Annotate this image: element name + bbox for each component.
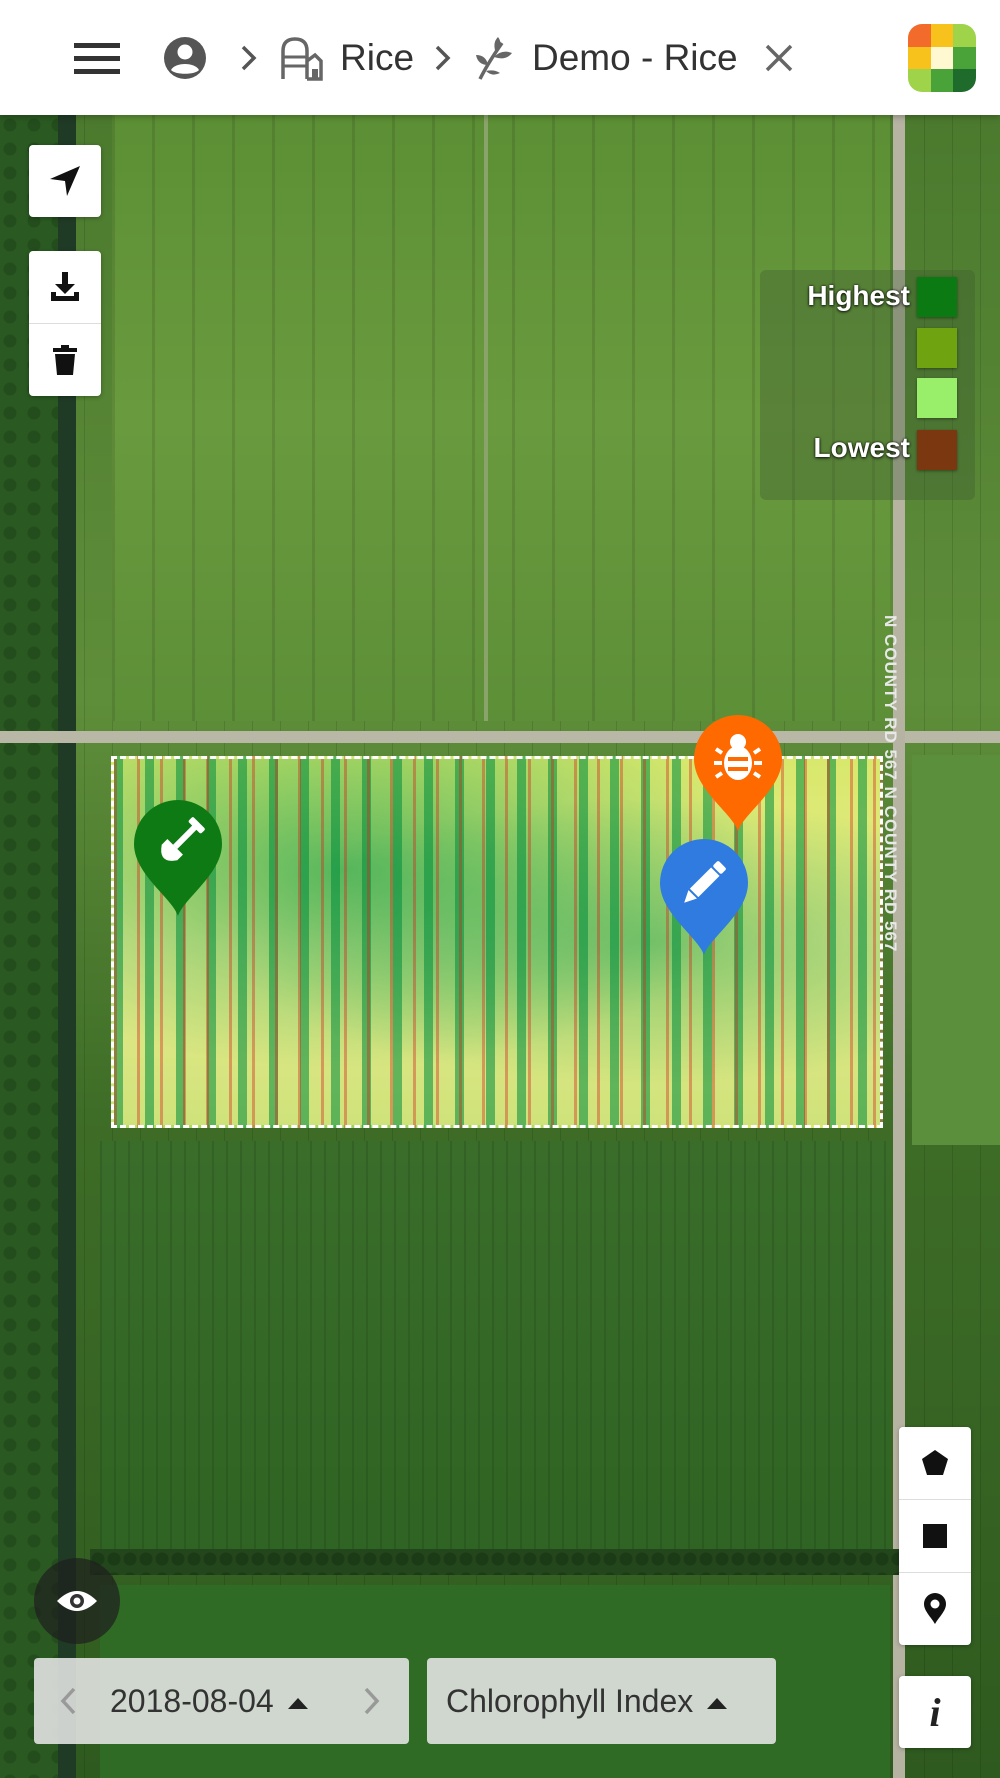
index-selector[interactable]: Chlorophyll Index: [427, 1658, 776, 1744]
legend-swatch-highest: [917, 277, 957, 317]
drawing-tools-group: [899, 1427, 971, 1645]
map-view[interactable]: N COUNTY RD 567 N COUNTY RD 567 Highest …: [0, 115, 1000, 1778]
date-dropdown[interactable]: 2018-08-04: [110, 1658, 308, 1744]
index-legend: Highest Lowest: [760, 270, 975, 500]
breadcrumb-farm[interactable]: Rice: [340, 30, 414, 86]
account-button[interactable]: [160, 28, 210, 88]
download-button[interactable]: [29, 251, 101, 324]
breadcrumb-field[interactable]: Demo - Rice: [532, 30, 738, 86]
field-breadcrumb-icon-wrap[interactable]: [472, 28, 518, 88]
close-button[interactable]: [758, 28, 800, 88]
date-value: 2018-08-04: [110, 1683, 274, 1719]
account-circle-icon: [164, 37, 206, 79]
navigation-arrow-icon: [50, 166, 80, 196]
draw-rectangle-button[interactable]: [899, 1500, 971, 1573]
app-logo: [908, 24, 976, 92]
plant-icon: [476, 37, 512, 80]
toggle-visibility-button[interactable]: [34, 1558, 120, 1644]
pest-marker[interactable]: [692, 713, 784, 833]
map-field-south: [100, 1141, 890, 1571]
caret-up-icon: [707, 1698, 728, 1710]
info-icon: i: [929, 1689, 941, 1735]
info-button[interactable]: i: [899, 1676, 971, 1748]
chevron-right-icon: [364, 1687, 380, 1715]
date-selector[interactable]: 2018-08-04: [34, 1658, 409, 1744]
next-date-button[interactable]: [352, 1658, 392, 1744]
map-field-divider: [484, 115, 488, 721]
trash-icon: [53, 345, 77, 375]
index-dropdown[interactable]: Chlorophyll Index: [446, 1658, 728, 1744]
chevron-right-icon: [241, 45, 257, 71]
delete-button[interactable]: [29, 324, 101, 396]
road-label: N COUNTY RD 567 N COUNTY RD 567: [881, 615, 900, 953]
eye-icon: [57, 1591, 97, 1611]
map-field-east: [912, 755, 1000, 1145]
soil-sample-marker[interactable]: [132, 798, 224, 918]
legend-swatch-high: [917, 328, 957, 368]
locate-button[interactable]: [29, 145, 101, 217]
chevron-right-icon: [435, 45, 451, 71]
square-icon: [923, 1524, 947, 1548]
breadcrumb-separator: [236, 28, 262, 88]
caret-up-icon: [287, 1698, 308, 1710]
silo-barn-icon: [281, 37, 323, 81]
menu-icon: [74, 43, 120, 74]
add-pin-button[interactable]: [899, 1573, 971, 1645]
legend-swatch-lowest: [917, 430, 957, 470]
chevron-left-icon: [60, 1687, 76, 1715]
legend-lowest-label: Lowest: [813, 432, 910, 463]
app-logo: [908, 24, 976, 92]
index-value: Chlorophyll Index: [446, 1683, 694, 1719]
legend-swatch-low: [917, 378, 957, 418]
layer-actions-group: [29, 251, 101, 396]
note-marker[interactable]: [658, 837, 750, 957]
map-hedgerow: [90, 1549, 900, 1575]
legend-highest-label: Highest: [807, 280, 910, 311]
farm-breadcrumb-icon-wrap[interactable]: [278, 28, 324, 88]
draw-polygon-button[interactable]: [899, 1427, 971, 1500]
top-app-bar: Rice Demo - Rice: [0, 0, 1000, 115]
pentagon-icon: [922, 1450, 948, 1475]
download-icon: [51, 272, 79, 301]
breadcrumb-separator: [430, 28, 456, 88]
menu-button[interactable]: [70, 28, 124, 88]
previous-date-button[interactable]: [48, 1658, 88, 1744]
map-pin-icon: [924, 1593, 946, 1624]
close-icon: [765, 44, 793, 72]
map-road-horizontal: [0, 731, 1000, 743]
